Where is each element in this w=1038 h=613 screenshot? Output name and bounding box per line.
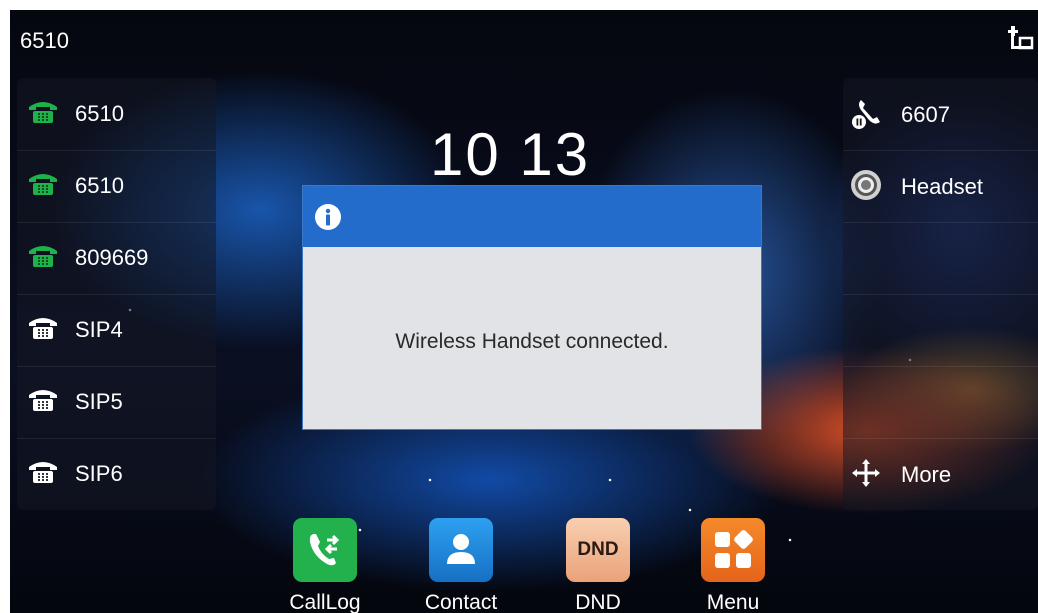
notification-dialog[interactable]: Wireless Handset connected.: [302, 185, 762, 430]
network-icon: [1008, 26, 1034, 50]
phone-registered-icon: [29, 174, 57, 195]
dnd-tile-text: DND: [577, 539, 619, 560]
line-key-label: SIP4: [75, 317, 123, 342]
function-key-empty[interactable]: [843, 366, 1038, 439]
line-key-3[interactable]: 809669: [17, 222, 216, 295]
line-key-label: 6510: [75, 101, 124, 126]
dnd-icon[interactable]: DND: [566, 518, 630, 582]
status-bar: 6510: [10, 10, 1038, 72]
function-key-empty[interactable]: [843, 222, 1038, 295]
dock-label: DND: [575, 591, 621, 613]
function-key-empty[interactable]: [843, 294, 1038, 367]
line-key-4[interactable]: SIP4: [17, 294, 216, 367]
line-key-5[interactable]: SIP5: [17, 366, 216, 439]
phone-icon: [29, 318, 57, 339]
info-icon: [315, 204, 341, 230]
dialog-header: [303, 186, 761, 247]
line-key-label: SIP6: [75, 461, 123, 486]
more-arrows-icon: [852, 459, 880, 487]
dock-label: CallLog: [289, 591, 361, 613]
dialog-message: Wireless Handset connected.: [395, 330, 669, 353]
function-key-label: 6607: [901, 102, 950, 127]
menu-icon[interactable]: [701, 518, 765, 582]
function-keys-panel: 6607 Headset More: [843, 78, 1038, 510]
calllog-icon[interactable]: [293, 518, 357, 582]
dock-label: Contact: [424, 591, 498, 613]
contact-icon[interactable]: [429, 518, 493, 582]
function-key-more[interactable]: More: [843, 438, 1038, 510]
line-key-2[interactable]: 6510: [17, 150, 216, 223]
headset-icon: [851, 170, 881, 200]
line-keys-panel: 6510 6510 809669 SIP4 SIP5 SIP6: [17, 78, 216, 510]
phone-registered-icon: [29, 102, 57, 123]
phone-registered-icon: [29, 246, 57, 267]
phone-screen: 6510 6510 6510 809669 SIP4 SIP5 SIP6 660…: [10, 10, 1038, 613]
account-title: 6510: [20, 28, 69, 53]
dock-label: Menu: [706, 591, 760, 613]
function-key-label: Headset: [901, 174, 983, 199]
phone-icon: [29, 462, 57, 483]
line-key-label: SIP5: [75, 389, 123, 414]
blf-hold-icon: [852, 100, 880, 129]
line-key-1[interactable]: 6510: [17, 78, 216, 151]
clock-time: 10 13: [430, 121, 591, 188]
line-key-label: 6510: [75, 173, 124, 198]
function-key-headset[interactable]: Headset: [843, 150, 1038, 223]
line-key-6[interactable]: SIP6: [17, 438, 216, 510]
line-key-label: 809669: [75, 245, 149, 270]
function-key-6607[interactable]: 6607: [843, 78, 1038, 151]
function-key-label: More: [901, 462, 952, 487]
phone-icon: [29, 390, 57, 411]
